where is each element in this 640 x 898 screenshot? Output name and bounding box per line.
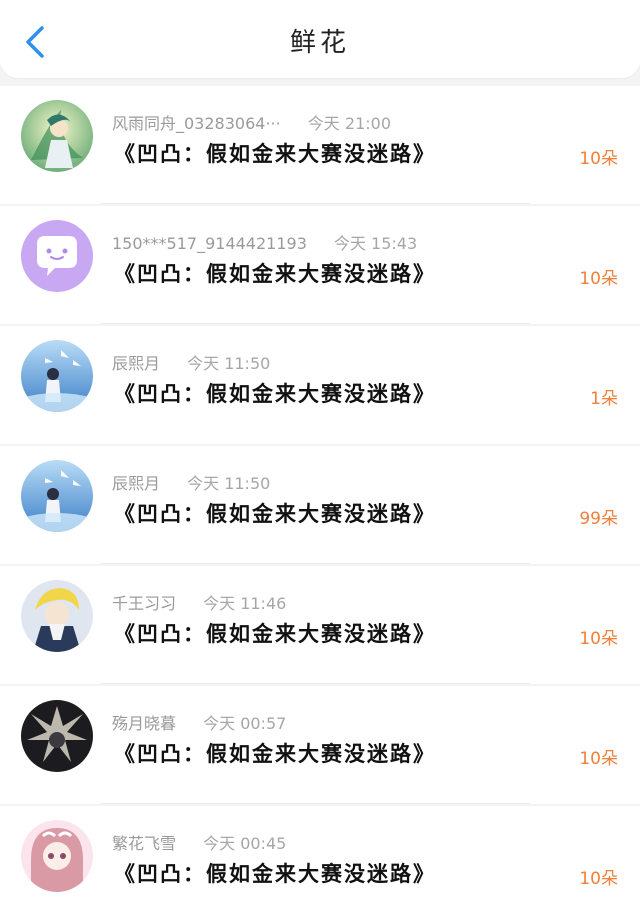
work-title[interactable]: 《凹凸：假如金来大赛没迷路》 (114, 498, 436, 528)
user-name[interactable]: 辰熙月 (112, 474, 160, 493)
work-title[interactable]: 《凹凸：假如金来大赛没迷路》 (114, 618, 436, 648)
list-item[interactable]: 千王习习 今天 11:46 《凹凸：假如金来大赛没迷路》 10朵 (0, 566, 640, 684)
user-name[interactable]: 辰熙月 (112, 354, 160, 373)
work-title[interactable]: 《凹凸：假如金来大赛没迷路》 (114, 738, 436, 768)
item-meta: 150***517_9144421193 今天 15:43 (112, 230, 417, 254)
work-title[interactable]: 《凹凸：假如金来大赛没迷路》 (114, 858, 436, 888)
avatar[interactable] (21, 460, 93, 532)
divider (100, 563, 530, 564)
work-title[interactable]: 《凹凸：假如金来大赛没迷路》 (114, 378, 436, 408)
flower-list: 风雨同舟_03283064··· 今天 21:00 《凹凸：假如金来大赛没迷路》… (0, 86, 640, 898)
timestamp: 今天 15:43 (333, 234, 418, 253)
flower-count: 1朵 (590, 389, 618, 409)
user-name[interactable]: 繁花飞雪 (112, 834, 176, 853)
list-item[interactable]: 殇月晓暮 今天 00:57 《凹凸：假如金来大赛没迷路》 10朵 (0, 686, 640, 804)
item-meta: 辰熙月 今天 11:50 (112, 350, 270, 374)
timestamp: 今天 21:00 (307, 114, 391, 133)
flower-count: 10朵 (579, 269, 618, 289)
list-item[interactable]: 繁花飞雪 今天 00:45 《凹凸：假如金来大赛没迷路》 10朵 (0, 806, 640, 898)
page-title: 鲜花 (289, 28, 350, 58)
avatar[interactable] (21, 820, 93, 892)
list-item[interactable]: 150***517_9144421193 今天 15:43 《凹凸：假如金来大赛… (0, 206, 640, 324)
flowers-page: 鲜花 风雨同舟_03283064··· 今天 21:00 《凹凸：假如金来大赛没… (0, 0, 640, 898)
timestamp: 今天 11:46 (203, 594, 287, 613)
avatar[interactable] (21, 100, 93, 172)
item-meta: 繁花飞雪 今天 00:45 (112, 830, 286, 854)
item-meta: 千王习习 今天 11:46 (112, 590, 286, 614)
item-meta: 辰熙月 今天 11:50 (112, 470, 270, 494)
list-item[interactable]: 辰熙月 今天 11:50 《凹凸：假如金来大赛没迷路》 1朵 (0, 326, 640, 444)
timestamp: 今天 00:45 (203, 834, 287, 853)
flower-count: 99朵 (579, 509, 618, 529)
flower-count: 10朵 (579, 629, 618, 649)
avatar[interactable] (21, 220, 93, 292)
divider (100, 203, 530, 204)
timestamp: 今天 11:50 (187, 474, 271, 493)
flower-count: 10朵 (579, 869, 618, 889)
divider (100, 683, 530, 684)
avatar[interactable] (21, 580, 93, 652)
flower-count: 10朵 (579, 149, 618, 169)
user-name[interactable]: 殇月晓暮 (112, 714, 176, 733)
item-meta: 风雨同舟_03283064··· 今天 21:00 (112, 110, 391, 134)
user-name[interactable]: 千王习习 (112, 594, 176, 613)
timestamp: 今天 00:57 (203, 714, 287, 733)
work-title[interactable]: 《凹凸：假如金来大赛没迷路》 (114, 258, 436, 288)
avatar[interactable] (21, 340, 93, 412)
avatar[interactable] (21, 700, 93, 772)
user-name[interactable]: 风雨同舟_03283064··· (112, 114, 281, 133)
timestamp: 今天 11:50 (187, 354, 271, 373)
user-name[interactable]: 150***517_9144421193 (112, 234, 307, 253)
work-title[interactable]: 《凹凸：假如金来大赛没迷路》 (114, 138, 436, 168)
list-item[interactable]: 风雨同舟_03283064··· 今天 21:00 《凹凸：假如金来大赛没迷路》… (0, 86, 640, 204)
item-meta: 殇月晓暮 今天 00:57 (112, 710, 286, 734)
flower-count: 10朵 (579, 749, 618, 769)
list-item[interactable]: 辰熙月 今天 11:50 《凹凸：假如金来大赛没迷路》 99朵 (0, 446, 640, 564)
divider (100, 323, 530, 324)
divider (100, 803, 530, 804)
top-bar: 鲜花 (0, 0, 640, 78)
